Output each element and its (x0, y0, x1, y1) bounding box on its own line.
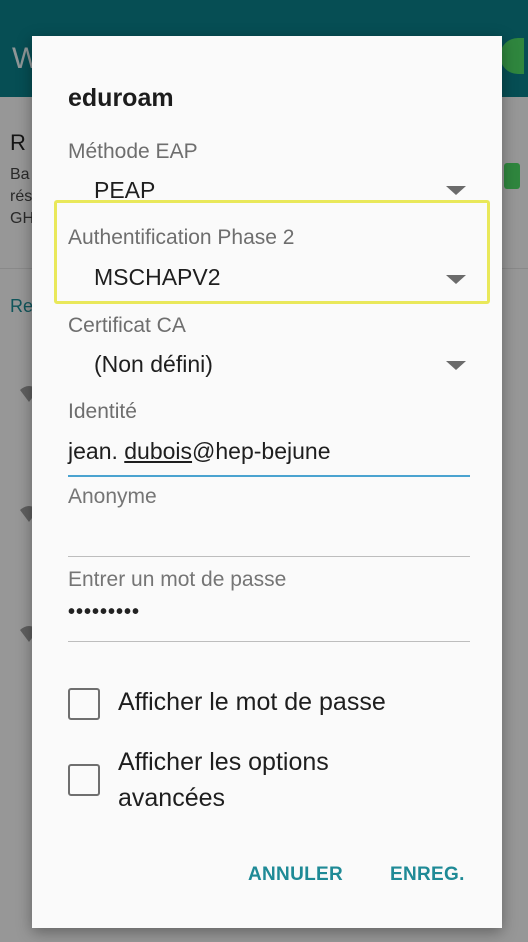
phase2-auth-label: Authentification Phase 2 (68, 226, 295, 249)
cancel-button[interactable]: ANNULER (248, 864, 343, 886)
identity-text: jean. (68, 438, 125, 464)
chevron-down-icon[interactable] (446, 275, 466, 284)
save-button[interactable]: ENREG. (390, 864, 465, 886)
anonymous-underline (68, 556, 470, 557)
chevron-down-icon[interactable] (446, 361, 466, 370)
anonymous-input[interactable]: Anonyme (68, 485, 157, 509)
show-password-checkbox[interactable] (68, 688, 100, 720)
advanced-options-label[interactable]: Afficher les options avancées (118, 744, 329, 816)
phase2-auth-select[interactable]: MSCHAPV2 (94, 264, 221, 291)
dialog-title: eduroam (68, 84, 174, 112)
ca-certificate-label: Certificat CA (68, 314, 186, 337)
chevron-down-icon[interactable] (446, 186, 466, 195)
identity-text: @hep-bejune (192, 438, 331, 464)
eap-method-label: Méthode EAP (68, 140, 198, 163)
password-underline (68, 641, 470, 642)
password-input[interactable]: ••••••••• (68, 601, 140, 624)
identity-label: Identité (68, 400, 137, 423)
password-label: Entrer un mot de passe (68, 568, 287, 591)
identity-input[interactable]: jean. dubois@hep-bejune (68, 438, 331, 465)
advanced-options-label-line: Afficher les options (118, 748, 329, 776)
advanced-options-label-line: avancées (118, 784, 226, 812)
show-password-label[interactable]: Afficher le mot de passe (118, 684, 386, 720)
eduroam-dialog: eduroam Méthode EAP PEAP Authentificatio… (32, 36, 502, 928)
ca-certificate-select[interactable]: (Non défini) (94, 351, 213, 378)
identity-text-underlined: dubois (124, 438, 193, 464)
identity-underline (68, 475, 470, 477)
advanced-options-checkbox[interactable] (68, 764, 100, 796)
